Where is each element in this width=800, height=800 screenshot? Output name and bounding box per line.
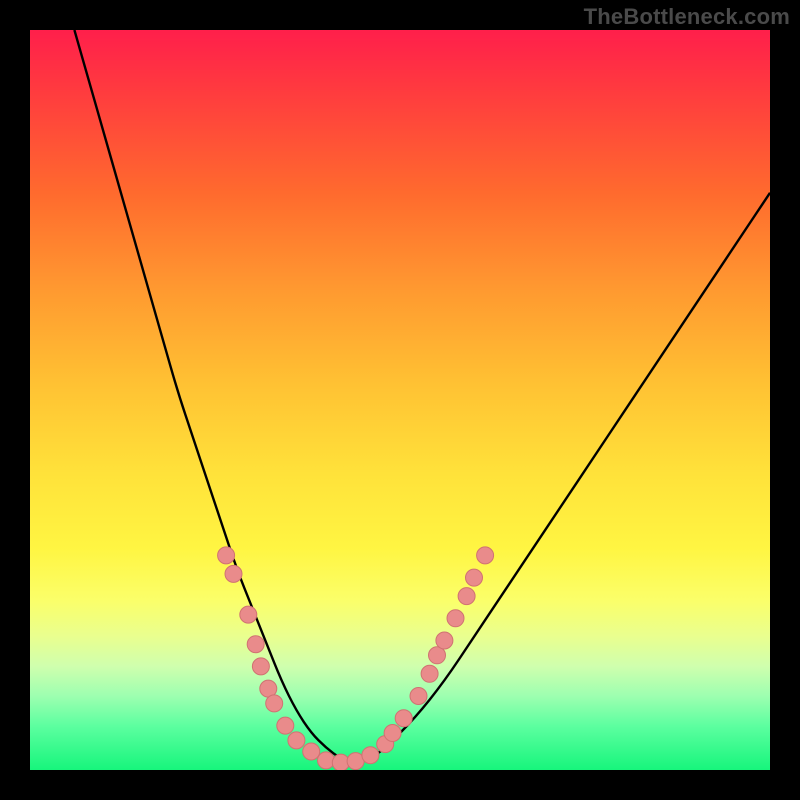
data-marker bbox=[384, 725, 401, 742]
watermark-text: TheBottleneck.com bbox=[584, 4, 790, 30]
data-marker bbox=[410, 688, 427, 705]
data-marker bbox=[218, 547, 235, 564]
data-marker bbox=[421, 665, 438, 682]
data-marker bbox=[266, 695, 283, 712]
data-marker bbox=[466, 569, 483, 586]
data-marker bbox=[477, 547, 494, 564]
data-marker bbox=[303, 743, 320, 760]
frame-bottom bbox=[0, 770, 800, 800]
data-marker bbox=[362, 747, 379, 764]
data-marker bbox=[447, 610, 464, 627]
data-marker bbox=[318, 752, 335, 769]
chart-container: TheBottleneck.com bbox=[0, 0, 800, 800]
data-markers bbox=[218, 547, 494, 770]
data-marker bbox=[240, 606, 257, 623]
data-marker bbox=[288, 732, 305, 749]
data-marker bbox=[225, 565, 242, 582]
data-marker bbox=[252, 658, 269, 675]
frame-right bbox=[770, 0, 800, 800]
data-marker bbox=[277, 717, 294, 734]
plot-area bbox=[30, 30, 770, 770]
bottleneck-curve bbox=[74, 30, 770, 762]
data-marker bbox=[458, 588, 475, 605]
data-marker bbox=[436, 632, 453, 649]
data-marker bbox=[395, 710, 412, 727]
chart-svg bbox=[30, 30, 770, 770]
data-marker bbox=[247, 636, 264, 653]
